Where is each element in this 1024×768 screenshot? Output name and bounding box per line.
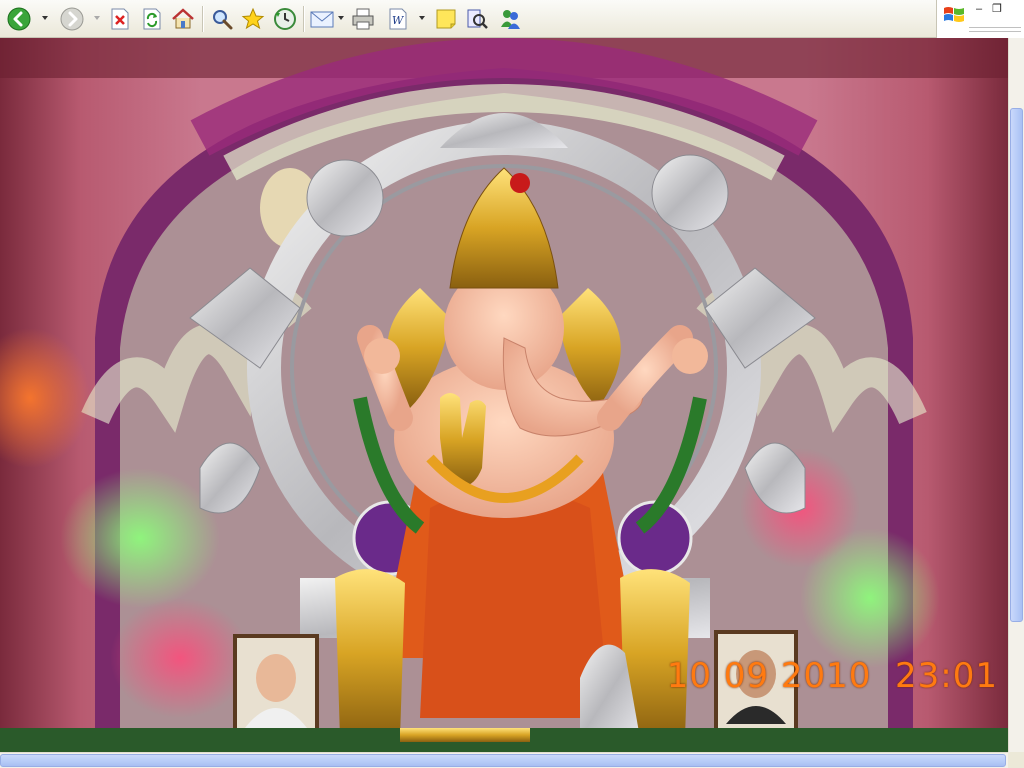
home-button[interactable] <box>170 6 196 32</box>
forward-button[interactable] <box>59 6 85 32</box>
windows-flag-icon <box>944 7 964 22</box>
restore-button[interactable]: ❐ <box>989 2 1005 16</box>
refresh-button[interactable] <box>139 6 165 32</box>
svg-text:W: W <box>392 14 405 27</box>
edit-dropdown[interactable] <box>419 16 425 20</box>
refresh-icon <box>143 8 161 30</box>
search-button[interactable] <box>209 6 235 32</box>
forward-arrow-icon <box>60 7 84 31</box>
favorites-button[interactable] <box>240 6 266 32</box>
photo-image <box>0 38 1008 752</box>
minimize-button[interactable]: – <box>971 2 987 16</box>
vertical-scrollbar[interactable] <box>1008 38 1024 752</box>
printer-icon <box>352 8 374 30</box>
search-icon <box>213 10 233 30</box>
star-icon <box>241 7 265 30</box>
window-control-track <box>969 27 1021 32</box>
back-button[interactable] <box>6 6 32 32</box>
window-controls: – ❐ <box>936 0 1024 38</box>
back-dropdown[interactable] <box>42 16 48 20</box>
scrollbar-corner <box>1008 752 1024 768</box>
mail-dropdown[interactable] <box>338 16 344 20</box>
mail-icon <box>310 11 334 28</box>
horizontal-scroll-thumb[interactable] <box>0 754 1006 767</box>
research-icon <box>467 9 488 29</box>
edit-button[interactable]: W <box>385 6 411 32</box>
back-arrow-icon <box>7 7 31 31</box>
discuss-button[interactable] <box>433 6 459 32</box>
messenger-button[interactable] <box>497 6 523 32</box>
stop-icon <box>111 8 129 30</box>
home-icon <box>172 8 194 29</box>
note-icon <box>436 9 456 29</box>
toolbar: W – ❐ <box>0 0 1024 38</box>
messenger-icon <box>501 10 520 29</box>
browser-window: W – ❐ 10 09 2010 23:01 <box>0 0 1024 768</box>
vertical-scroll-thumb[interactable] <box>1010 108 1023 622</box>
print-button[interactable] <box>350 6 376 32</box>
image-viewport: 10 09 2010 23:01 <box>0 38 1008 752</box>
stop-button[interactable] <box>107 6 133 32</box>
date-stamp: 10 09 2010 23:01 <box>666 656 998 696</box>
forward-dropdown[interactable] <box>94 16 100 20</box>
mail-button[interactable] <box>310 6 336 32</box>
word-document-icon: W <box>389 8 407 30</box>
horizontal-scrollbar[interactable] <box>0 752 1008 768</box>
history-button[interactable] <box>272 6 298 32</box>
research-button[interactable] <box>464 6 490 32</box>
history-icon <box>274 8 296 30</box>
